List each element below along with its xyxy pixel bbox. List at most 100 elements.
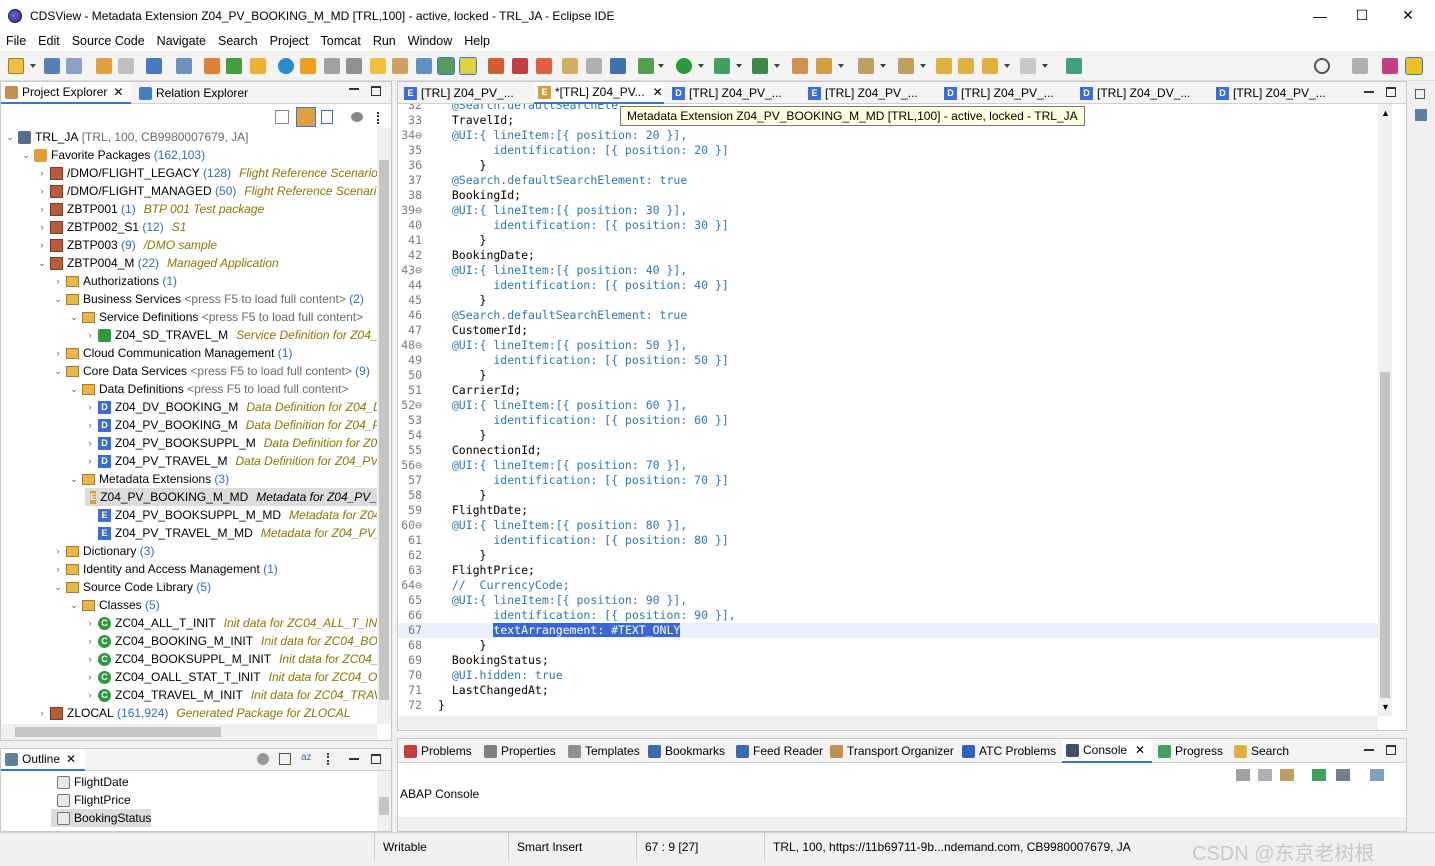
minimize-view-icon[interactable] [349, 88, 359, 90]
console-hscrollbar[interactable] [398, 817, 1406, 831]
close-icon[interactable]: ✕ [113, 85, 123, 99]
code-line[interactable]: 70 @UI.hidden: true [398, 668, 1378, 683]
code-line[interactable]: 64⊖ // CurrencyCode; [398, 578, 1378, 593]
code-line[interactable]: 60⊖ @UI:{ lineItem:[{ position: 80 }], [398, 518, 1378, 533]
code-line[interactable]: 46 @Search.defaultSearchElement: true [398, 308, 1378, 323]
menu-tomcat[interactable]: Tomcat [315, 34, 367, 48]
tree-item-folder[interactable]: ⌄ Data Definitions <press F5 to load full… [69, 380, 348, 398]
menu-window[interactable]: Window [402, 34, 458, 48]
code-line[interactable]: 68 } [398, 638, 1378, 653]
maximize-view-icon[interactable] [371, 754, 381, 764]
terminate-icon[interactable] [512, 58, 528, 74]
pin-icon[interactable] [816, 58, 832, 74]
sort-az-icon[interactable]: az [301, 752, 315, 766]
code-line[interactable]: 58 } [398, 488, 1378, 503]
editor-tab[interactable]: E [TRL] Z04_PV_... [804, 82, 936, 104]
tab-templates[interactable]: Templates [564, 739, 640, 763]
menu-edit[interactable]: Edit [32, 34, 66, 48]
tree-item-folder[interactable]: › Identity and Access Management (1) [53, 560, 278, 578]
clear-console-icon[interactable] [1236, 769, 1250, 781]
tree-item-object[interactable]: › Z04_SD_TRAVEL_M Service Definition for Z… [85, 326, 378, 344]
tab-feed-reader[interactable]: Feed Reader [732, 739, 823, 763]
code-line[interactable]: 48⊖ @UI:{ lineItem:[{ position: 50 }], [398, 338, 1378, 353]
editor-tab[interactable]: D [TRL] Z04_PV_... [668, 82, 800, 104]
tree-item-package[interactable]: › ZLOCAL (161,924) Generated Package for Z… [37, 704, 351, 722]
prev-annotation-icon[interactable] [898, 58, 914, 74]
editor-tab[interactable]: E [TRL] Z04_PV_... [400, 82, 532, 104]
tree-item-folder[interactable]: ⌄ Metadata Extensions (3) [69, 470, 229, 488]
perspective-icon[interactable] [1352, 58, 1368, 74]
code-line[interactable]: 41 } [398, 233, 1378, 248]
forward-dropdown-icon[interactable] [1042, 64, 1048, 68]
outline-trim-icon[interactable] [1415, 109, 1427, 121]
code-line[interactable]: 47 CustomerId; [398, 323, 1378, 338]
tree-item-object[interactable]: › C ZC04_BOOKSUPPL_M_INIT Init data for ZC0… [85, 650, 378, 668]
new-icon[interactable] [8, 58, 24, 74]
link-with-editor-icon[interactable] [296, 107, 316, 127]
open-folder-icon[interactable] [792, 58, 808, 74]
external-tools-icon[interactable] [752, 58, 768, 74]
menu-project[interactable]: Project [264, 34, 315, 48]
outline-item[interactable]: FlightPrice [57, 791, 131, 809]
abap-perspective-icon[interactable] [1382, 58, 1398, 74]
minimize-button[interactable]: — [1297, 0, 1343, 31]
transport-icon[interactable] [324, 58, 340, 74]
tab-console[interactable]: Console ✕ [1062, 739, 1152, 763]
editor-tab[interactable]: D [TRL] Z04_DV_... [1076, 82, 1208, 104]
last-edit-icon[interactable] [936, 58, 952, 74]
tree-item-folder[interactable]: ⌄ Business Services <press F5 to load ful… [53, 290, 364, 308]
outline-more-icon[interactable] [327, 753, 331, 765]
activate-icon[interactable] [278, 58, 294, 74]
editor-tab-active[interactable]: E *[TRL] Z04_PV... ✕ [534, 82, 664, 104]
collapse-all-icon[interactable] [275, 110, 289, 124]
tree-item-object[interactable]: › D Z04_PV_TRAVEL_M Data Definition for Z04… [85, 452, 378, 470]
scroll-up-icon[interactable]: ▲ [1381, 108, 1390, 118]
redo-icon[interactable] [118, 58, 134, 74]
tab-outline[interactable]: Outline ✕ [1, 749, 85, 771]
back-icon[interactable] [982, 58, 998, 74]
code-line[interactable]: 54 } [398, 428, 1378, 443]
tab-problems[interactable]: Problems [400, 739, 472, 763]
tree-item-object[interactable]: › D Z04_PV_BOOKSUPPL_M Data Definition for … [85, 434, 378, 452]
close-icon[interactable]: ✕ [1135, 743, 1145, 757]
close-icon[interactable]: ✕ [66, 752, 76, 766]
tree-item-package[interactable]: › ZBTP002_S1 (12) S1 [37, 218, 187, 236]
outline-item[interactable]: FlightDate [57, 773, 129, 791]
minimize-view-icon[interactable] [1364, 749, 1374, 751]
more-options-icon[interactable] [377, 112, 381, 124]
run-dropdown-icon[interactable] [698, 64, 704, 68]
minimize-editor-icon[interactable] [1364, 91, 1374, 93]
close-icon[interactable]: ✕ [653, 85, 663, 99]
selected-text[interactable]: textArrangement: #TEXT_ONLY [493, 623, 681, 637]
restore-icon[interactable] [1415, 89, 1425, 99]
debug-icon[interactable] [638, 58, 654, 74]
coverage-dropdown-icon[interactable] [736, 64, 742, 68]
tree-item-object[interactable]: › D Z04_PV_BOOKING_M Data Definition for Z0… [85, 416, 378, 434]
explorer-horizontal-scrollbar[interactable] [1, 724, 377, 740]
code-line[interactable]: 38 BookingId; [398, 188, 1378, 203]
code-line[interactable]: 42 BookingDate; [398, 248, 1378, 263]
code-line[interactable]: 62 } [398, 548, 1378, 563]
open-object-icon[interactable] [392, 58, 408, 74]
editor-tab[interactable]: D [TRL] Z04_PV_... [940, 82, 1072, 104]
menu-search[interactable]: Search [212, 34, 264, 48]
tree-item-object[interactable]: › C ZC04_BOOKING_M_INIT Init data for ZC04_… [85, 632, 378, 650]
tree-item-package[interactable]: ›/DMO/FLIGHT_LEGACY (128) Flight Referenc… [37, 164, 378, 182]
run-config-icon[interactable] [226, 58, 242, 74]
code-line[interactable]: 34⊖ @UI:{ lineItem:[{ position: 20 }], [398, 128, 1378, 143]
tree-item-trl-ja[interactable]: ⌄ TRL_JA [TRL, 100, CB9980007679, JA] [5, 128, 248, 146]
code-line[interactable]: 43⊖ @UI:{ lineItem:[{ position: 40 }], [398, 263, 1378, 278]
editor-horizontal-scrollbar[interactable] [398, 716, 1378, 730]
menu-file[interactable]: File [0, 34, 32, 48]
tab-relation-explorer[interactable]: Relation Explorer [135, 82, 265, 104]
code-line[interactable]: 65 @UI:{ lineItem:[{ position: 90 }], [398, 593, 1378, 608]
remove-launch-icon[interactable] [536, 58, 552, 74]
code-line[interactable]: 69 BookingStatus; [398, 653, 1378, 668]
search-icon[interactable] [1314, 58, 1330, 74]
outline-collapse-icon[interactable] [279, 753, 291, 765]
editor-scroll-thumb[interactable] [1380, 372, 1390, 698]
open-console-icon[interactable] [1370, 769, 1384, 781]
tree-item-package[interactable]: › ZBTP003 (9)/DMO sample [37, 236, 218, 254]
explorer-hscroll-thumb[interactable] [15, 727, 221, 737]
activate-all-icon[interactable] [300, 58, 316, 74]
